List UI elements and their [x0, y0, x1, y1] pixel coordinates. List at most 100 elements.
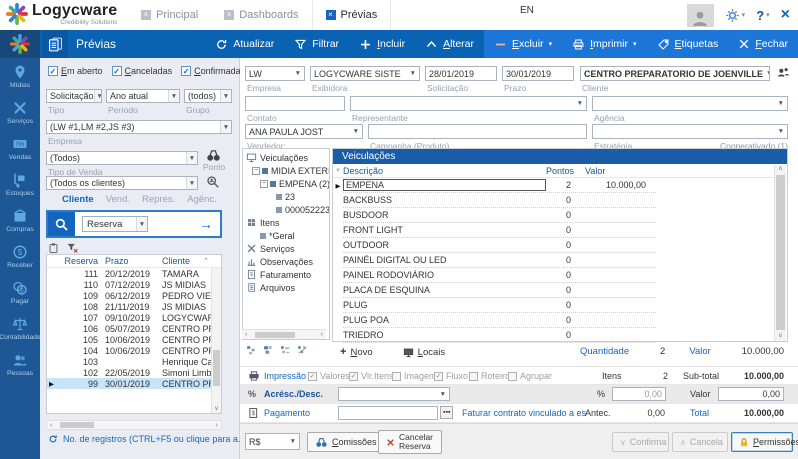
expand-all-icon[interactable]: [246, 345, 257, 355]
comissoes-button[interactable]: Comissões: [307, 432, 385, 452]
campanha-field[interactable]: [368, 124, 587, 139]
permissoes-button[interactable]: Permissões: [731, 432, 793, 452]
collapse-box-icon[interactable]: −: [260, 180, 268, 188]
clientes-select[interactable]: (Todos os clientes)▼: [46, 176, 198, 190]
tab-previas[interactable]: × Prévias: [312, 0, 392, 30]
checkbox-fluxo[interactable]: ✓Fluxo: [434, 371, 468, 381]
veiculacao-row[interactable]: FRONT LIGHT0: [333, 223, 787, 238]
novo-button[interactable]: +Novo: [340, 346, 373, 358]
alterar-button[interactable]: Alterar: [415, 30, 484, 58]
valor-desc-input[interactable]: 0,00: [718, 387, 784, 401]
checkbox-vlr-itens[interactable]: ✓Vlr.Itens: [349, 371, 394, 381]
imprimir-button[interactable]: Imprimir ▾: [562, 30, 646, 58]
sidebar-item-pessoas[interactable]: Pessoas: [0, 346, 40, 382]
veiculacao-row[interactable]: PLUG0: [333, 298, 787, 313]
tree-item-23[interactable]: 23: [243, 190, 329, 203]
tree-item-arquivos[interactable]: Arquivos: [243, 281, 329, 294]
reserva-row[interactable]: 10709/10/2019LOGYCWARE: [47, 312, 221, 323]
tab-vendedor[interactable]: Vend.: [106, 194, 130, 205]
sidebar-logo-icon[interactable]: [0, 30, 40, 58]
scrollbar-thumb[interactable]: [776, 175, 785, 330]
sort-tree-icon[interactable]: [297, 345, 308, 355]
search-button[interactable]: [48, 212, 75, 236]
locais-button[interactable]: Locais: [403, 347, 445, 358]
tab-agencia[interactable]: Agênc.: [187, 194, 217, 205]
checkbox-em-aberto[interactable]: ✓Em aberto: [48, 66, 103, 76]
clear-filter-icon[interactable]: [66, 242, 79, 254]
tab-cliente[interactable]: Cliente: [62, 194, 94, 205]
col-prazo[interactable]: Prazo: [98, 256, 155, 266]
atualizar-button[interactable]: Atualizar: [205, 30, 284, 58]
scroll-right-icon[interactable]: ›: [213, 422, 221, 429]
col-cliente[interactable]: Cliente: [155, 256, 203, 266]
empresa-field[interactable]: LW▼: [245, 66, 305, 81]
ponto-button[interactable]: [206, 149, 221, 162]
tipo-venda-select[interactable]: (Todos)▼: [46, 151, 198, 165]
etiquetas-button[interactable]: Etiquetas: [647, 30, 729, 58]
grupo-select[interactable]: (todos)▼: [184, 89, 232, 103]
tab-close-icon[interactable]: ×: [326, 10, 336, 20]
checkbox-roteiro[interactable]: Roteiro: [469, 371, 510, 381]
sidebar-item-receber[interactable]: $ Receber: [0, 238, 40, 274]
representante-field[interactable]: ▼: [350, 96, 587, 111]
search-go-icon[interactable]: →: [199, 216, 213, 232]
cancelar-reserva-button[interactable]: Cancelar Reserva: [378, 430, 442, 454]
active-cell[interactable]: EMPENA: [343, 179, 546, 191]
scroll-down-icon[interactable]: ∨: [212, 405, 221, 414]
list-vertical-scrollbar[interactable]: ∨: [211, 268, 221, 414]
col-reserva[interactable]: Reserva: [56, 256, 98, 266]
reserva-row[interactable]: 10410/06/2019CENTRO PREPARAT: [47, 345, 221, 356]
tree-item-midia-exterior[interactable]: − MIDIA EXTERIOR (: [243, 164, 329, 177]
checkbox-valores[interactable]: ✓Valores: [308, 371, 350, 381]
sort-asc-icon[interactable]: ⌃: [203, 257, 209, 265]
reserva-row[interactable]: 10821/11/2019JS MIDIAS: [47, 301, 221, 312]
search-mode-select[interactable]: Reserva▼: [82, 216, 148, 232]
checkbox-confirmadas[interactable]: ✓Confirmadas: [181, 66, 245, 76]
col-valor[interactable]: Valor: [571, 166, 646, 176]
reservas-list-header[interactable]: Reserva Prazo Cliente ⌃: [47, 255, 221, 268]
periodo-select[interactable]: Ano atual▼: [106, 89, 180, 103]
collapse-box-icon[interactable]: −: [252, 167, 260, 175]
tab-dashboards[interactable]: × Dashboards: [211, 0, 311, 30]
percent-input[interactable]: 0,00: [612, 387, 666, 401]
language-indicator[interactable]: EN: [520, 5, 534, 16]
solicitacao-field[interactable]: 28/01/2019: [425, 66, 497, 81]
pagamento-input[interactable]: [338, 406, 438, 420]
estrategia-field[interactable]: ▼: [592, 124, 788, 139]
reserva-row[interactable]: 10510/06/2019CENTRO PREPARAT: [47, 334, 221, 345]
help-control[interactable]: ? ▾: [756, 8, 769, 23]
veiculacao-row[interactable]: PLUG POA0: [333, 313, 787, 328]
veiculacoes-header[interactable]: ▼ Descrição Pontos Valor: [333, 164, 787, 178]
contato-field[interactable]: [245, 96, 345, 111]
tree-item-faturamento[interactable]: $ Faturamento: [243, 268, 329, 281]
tipo-select[interactable]: Solicitação▼: [46, 89, 102, 103]
filtrar-button[interactable]: Filtrar: [284, 30, 349, 58]
tree-item-veiculacoes[interactable]: Veiculações: [243, 151, 329, 164]
ellipsis-button[interactable]: ▪▪▪: [440, 406, 453, 419]
veiculacao-row[interactable]: OUTDOOR0: [333, 238, 787, 253]
checkbox-agrupar[interactable]: Agrupar: [508, 371, 552, 381]
tab-principal[interactable]: × Principal: [128, 0, 211, 30]
tree-item-empena[interactable]: − EMPENA (2): [243, 177, 329, 190]
reserva-row[interactable]: 103Henrique Canterle F: [47, 356, 221, 367]
scrollbar-thumb[interactable]: [213, 350, 220, 386]
tree-horizontal-scrollbar[interactable]: ‹ ›: [242, 329, 326, 339]
reserva-row[interactable]: 10906/12/2019PEDRO VIEGAS: [47, 290, 221, 301]
veiculacao-row[interactable]: PAINÉL DIGITAL OU LED0: [333, 253, 787, 268]
collapse-all-icon[interactable]: [263, 345, 274, 355]
currency-select[interactable]: R$▼: [245, 433, 300, 450]
checkbox-imagem[interactable]: Imagem: [392, 371, 437, 381]
clipboard-icon[interactable]: [48, 242, 59, 254]
reserva-row[interactable]: 10605/07/2019CENTRO PREPARAT: [47, 323, 221, 334]
tab-representante[interactable]: Repres.: [142, 194, 175, 205]
settings-control[interactable]: ▾: [725, 8, 746, 23]
client-people-icon[interactable]: [776, 66, 791, 80]
excluir-button[interactable]: Excluir ▾: [484, 30, 562, 58]
incluir-button[interactable]: Incluir: [349, 30, 415, 58]
agencia-field[interactable]: ▼: [592, 96, 788, 111]
veiculacao-row[interactable]: PAINEL RODOVIÁRIO0: [333, 268, 787, 283]
col-pontos[interactable]: Pontos: [546, 166, 571, 176]
cancela-button[interactable]: ∧ Cancela: [672, 432, 728, 452]
fechar-button[interactable]: Fechar: [728, 30, 798, 58]
person-search-icon[interactable]: [206, 175, 220, 189]
